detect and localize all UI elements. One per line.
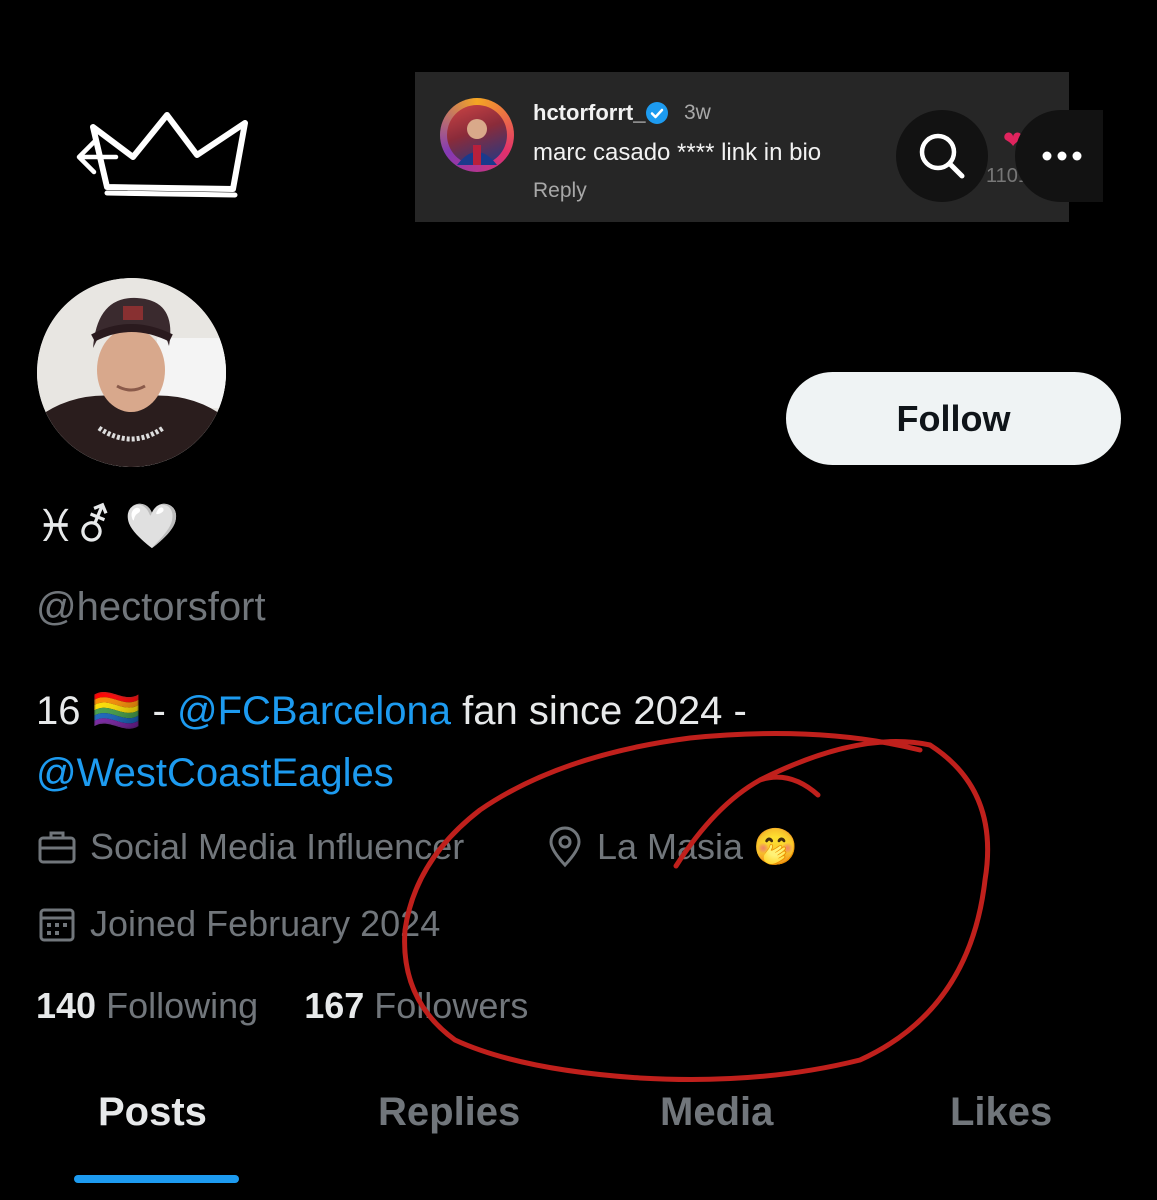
bio-text: 16 🏳️‍🌈 - [36, 689, 177, 733]
following-label: Following [106, 985, 259, 1026]
location-text: La Masia 🤭 [597, 826, 798, 867]
profession-text: Social Media Influencer [90, 826, 465, 867]
profile-tabs: Posts Replies Media Likes [0, 1090, 1157, 1160]
location-row: La Masia 🤭 [545, 826, 798, 868]
tab-media[interactable]: Media [660, 1090, 773, 1135]
followers-count: 167 [304, 985, 365, 1026]
joined-text: Joined February 2024 [90, 903, 441, 944]
briefcase-icon [38, 831, 76, 864]
search-icon [919, 133, 965, 179]
following-count: 140 [36, 985, 97, 1026]
tab-likes[interactable]: Likes [950, 1090, 1052, 1135]
comment-time: 3w [684, 101, 711, 124]
search-button[interactable] [896, 110, 988, 202]
followers-link[interactable]: 167 Followers [304, 985, 528, 1026]
joined-row: Joined February 2024 [36, 903, 440, 945]
bio-mention-fcbarcelona[interactable]: @FCBarcelona [177, 689, 451, 733]
profile-avatar[interactable] [35, 276, 228, 469]
active-tab-indicator [74, 1175, 239, 1183]
comment-reply-button[interactable]: Reply [533, 179, 587, 203]
commenter-username[interactable]: hctorforrt_ [533, 100, 645, 126]
display-name: ♓︎⚦ 🤍 [36, 502, 180, 551]
follow-stats: 140 Following 167 Followers [36, 985, 528, 1027]
followers-label: Followers [374, 985, 529, 1026]
verified-badge-icon [645, 101, 669, 125]
profile-handle: @hectorsfort [36, 585, 266, 629]
tab-replies[interactable]: Replies [378, 1090, 520, 1135]
more-icon [1042, 151, 1082, 161]
following-link[interactable]: 140 Following [36, 985, 258, 1026]
profile-bio: 16 🏳️‍🌈 - @FCBarcelona fan since 2024 - … [36, 680, 1036, 804]
bio-text: fan since 2024 - [451, 689, 747, 733]
commenter-avatar[interactable] [447, 105, 507, 165]
calendar-icon [39, 908, 75, 942]
comment-text: marc casado **** link in bio [533, 139, 822, 166]
profession-row: Social Media Influencer [36, 826, 464, 868]
crown-icon [85, 105, 255, 205]
follow-button[interactable]: Follow [786, 372, 1121, 465]
bio-mention-westcoasteagles[interactable]: @WestCoastEagles [36, 751, 394, 795]
more-options-button[interactable] [1015, 110, 1103, 202]
tab-posts[interactable]: Posts [98, 1090, 207, 1135]
location-pin-icon [549, 826, 581, 868]
